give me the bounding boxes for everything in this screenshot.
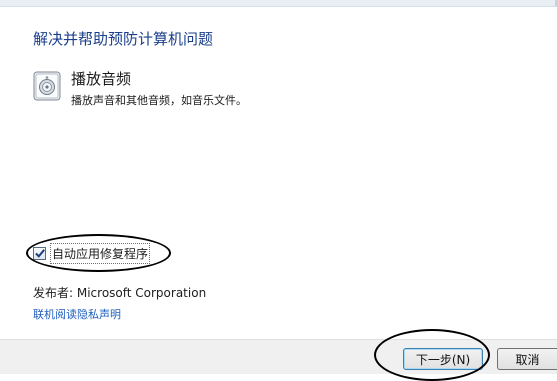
troubleshooter-description: 播放声音和其他音频，如音乐文件。 [71,94,247,107]
cancel-button[interactable]: 取消 [497,348,557,370]
annotation-circle-checkbox [26,234,171,272]
speaker-icon [33,71,61,101]
troubleshooter-name: 播放音频 [71,70,132,88]
window-top-edge [0,0,557,7]
privacy-statement-link[interactable]: 联机阅读隐私声明 [33,306,121,322]
annotation-circle-next [374,329,490,381]
publisher-text: 发布者: Microsoft Corporation [33,286,207,300]
page-title: 解决并帮助预防计算机问题 [33,30,214,48]
